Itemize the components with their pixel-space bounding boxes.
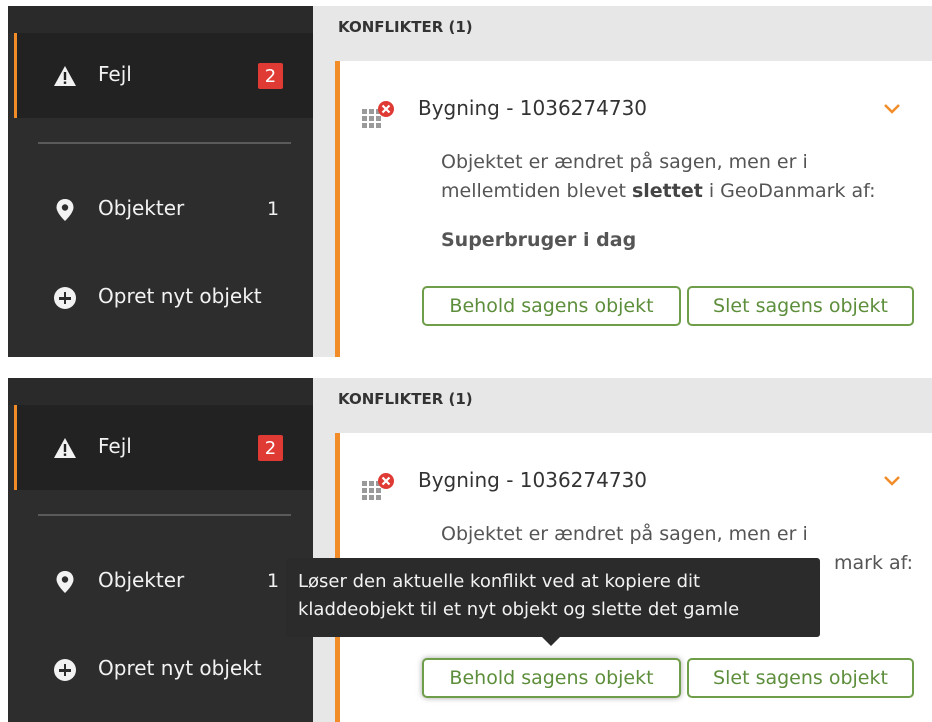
sidebar-item-label: Objekter [98, 568, 185, 592]
conflict-panel-hover: Fejl 2 Objekter 1 Opret nyt objekt KONFL… [8, 378, 932, 722]
message-line-1: Objektet er ændret på sagen, men er i [441, 523, 808, 545]
sidebar-item-label: Opret nyt objekt [98, 656, 262, 680]
card-accent-bar [335, 61, 340, 357]
sidebar: Fejl 2 Objekter 1 Opret nyt objekt [8, 6, 313, 357]
message-bold: slettet [631, 180, 703, 202]
sidebar-item-opret-nyt-objekt[interactable]: Opret nyt objekt [14, 274, 313, 322]
sidebar-divider [38, 142, 291, 144]
conflict-panel-default: Fejl 2 Objekter 1 Opret nyt objekt KONFL… [8, 6, 932, 357]
building-error-icon [362, 100, 396, 130]
conflict-message: Objektet er ændret på sagen, men er i me… [441, 148, 921, 206]
sidebar-item-label: Fejl [98, 62, 132, 86]
section-header: KONFLIKTER (1) [338, 18, 473, 36]
keep-case-object-button[interactable]: Behold sagens objekt [422, 286, 681, 326]
card-title: Bygning - 1036274730 [418, 96, 648, 120]
sidebar-item-fejl-content[interactable]: Fejl 2 [14, 405, 313, 490]
sidebar-item-label: Objekter [98, 196, 185, 220]
tooltip-line-2: kladdeobjekt til et nyt objekt og slette… [298, 599, 740, 620]
sidebar: Fejl 2 Objekter 1 Opret nyt objekt [8, 378, 313, 722]
sidebar-top-band [8, 6, 313, 33]
chevron-down-icon[interactable] [881, 473, 903, 489]
map-pin-icon [52, 197, 78, 223]
sidebar-top-band [8, 378, 313, 405]
sidebar-item-fejl-content[interactable]: Fejl 2 [14, 33, 313, 118]
delete-case-object-button[interactable]: Slet sagens objekt [687, 658, 914, 698]
conflict-card: Bygning - 1036274730 Objektet er ændret … [335, 61, 932, 357]
message-line-2-post: i GeoDanmark af: [702, 180, 876, 202]
tooltip-line-1: Løser den aktuelle konflikt ved at kopie… [298, 571, 701, 592]
delete-case-object-button[interactable]: Slet sagens objekt [687, 286, 914, 326]
error-count-badge: 2 [258, 435, 283, 461]
sidebar-item-objekter[interactable]: Objekter 1 [14, 558, 313, 606]
sidebar-item-label: Opret nyt objekt [98, 284, 262, 308]
conflict-author: Superbruger i dag [441, 229, 637, 251]
map-pin-icon [52, 569, 78, 595]
error-count-badge: 2 [258, 63, 283, 89]
object-count: 1 [267, 198, 280, 220]
sidebar-divider [38, 514, 291, 516]
card-title: Bygning - 1036274730 [418, 468, 648, 492]
plus-circle-icon [52, 657, 78, 683]
section-header: KONFLIKTER (1) [338, 390, 473, 408]
message-line-2-pre: mellemtiden blevet [441, 180, 632, 202]
sidebar-item-opret-nyt-objekt[interactable]: Opret nyt objekt [14, 646, 313, 694]
sidebar-item-objekter[interactable]: Objekter 1 [14, 186, 313, 234]
message-line-1: Objektet er ændret på sagen, men er i [441, 151, 808, 173]
tooltip-arrow [542, 637, 560, 646]
sidebar-item-label: Fejl [98, 434, 132, 458]
warning-icon [52, 63, 78, 89]
object-count: 1 [267, 570, 280, 592]
chevron-down-icon[interactable] [881, 101, 903, 117]
building-error-icon [362, 472, 396, 502]
keep-case-object-button[interactable]: Behold sagens objekt [422, 658, 681, 698]
warning-icon [52, 435, 78, 461]
plus-circle-icon [52, 285, 78, 311]
keep-button-tooltip: Løser den aktuelle konflikt ved at kopie… [286, 558, 820, 646]
